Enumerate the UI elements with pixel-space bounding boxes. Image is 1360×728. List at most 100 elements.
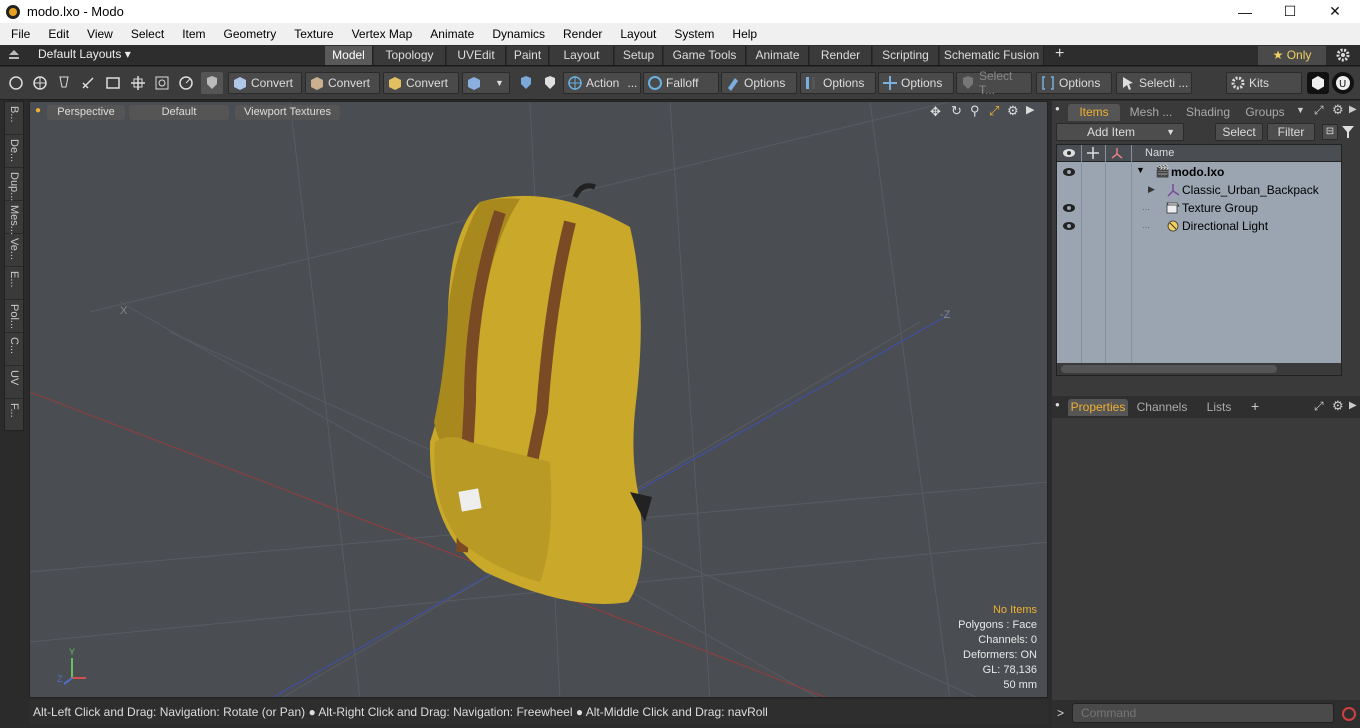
- pivot-mode-icon[interactable]: [175, 72, 197, 94]
- only-toggle[interactable]: ★ Only: [1258, 46, 1326, 65]
- tab-items[interactable]: Items: [1068, 104, 1120, 121]
- menu-system[interactable]: System: [665, 23, 723, 45]
- list-item[interactable]: ▼ 🎬 modo.lxo: [1057, 163, 1341, 181]
- falloff-button[interactable]: Falloff: [643, 72, 719, 94]
- rotate-icon[interactable]: ↻: [951, 103, 962, 119]
- select-through-button[interactable]: Select T...: [956, 69, 1032, 97]
- tab-animate[interactable]: Animate: [747, 46, 809, 65]
- axes-icon[interactable]: [1111, 147, 1123, 159]
- tab-mesh-edit[interactable]: Mes...: [5, 201, 23, 235]
- expand-icon[interactable]: ⤢: [1314, 399, 1324, 414]
- add-tab-button[interactable]: +: [1251, 398, 1259, 414]
- 3d-viewport[interactable]: X -Z Y Z ● Perspective Default Viewport …: [29, 101, 1048, 698]
- add-tab-button[interactable]: +: [1055, 45, 1064, 63]
- layout-arrows-icon[interactable]: [8, 50, 20, 61]
- panel-gear-icon[interactable]: ⚙: [1332, 102, 1344, 118]
- menu-item[interactable]: Item: [173, 23, 214, 45]
- command-input[interactable]: [1072, 703, 1334, 723]
- backpack-model[interactable]: [429, 183, 652, 604]
- edge-mode-icon[interactable]: [77, 72, 99, 94]
- scrollbar-thumb[interactable]: [1061, 365, 1277, 373]
- symmetry-icon[interactable]: [515, 72, 537, 94]
- visibility-eye-icon[interactable]: [1062, 203, 1076, 213]
- viewport-gear-icon[interactable]: ⚙: [1007, 103, 1019, 119]
- tab-setup[interactable]: Setup: [615, 46, 663, 65]
- options-button-3[interactable]: Options: [878, 72, 954, 94]
- menu-edit[interactable]: Edit: [39, 23, 78, 45]
- polygon-mode-icon[interactable]: [102, 72, 124, 94]
- menu-view[interactable]: View: [78, 23, 122, 45]
- pan-icon[interactable]: ✥: [930, 104, 941, 120]
- tab-mesh[interactable]: Mesh ...: [1124, 104, 1178, 121]
- tab-model[interactable]: Model: [325, 46, 373, 65]
- tab-render[interactable]: Render: [810, 46, 872, 65]
- tab-basic[interactable]: B...: [5, 102, 23, 135]
- tabs-dropdown-icon[interactable]: ▼: [1296, 105, 1305, 115]
- menu-render[interactable]: Render: [554, 23, 611, 45]
- list-item[interactable]: … Texture Group: [1057, 199, 1341, 217]
- viewport-textures-button[interactable]: Viewport Textures: [235, 105, 340, 120]
- minimize-button[interactable]: —: [1222, 0, 1268, 23]
- tab-duplicate[interactable]: Dup...: [5, 168, 23, 201]
- kits-button[interactable]: Kits: [1226, 72, 1302, 94]
- menu-vertex-map[interactable]: Vertex Map: [343, 23, 422, 45]
- add-item-dropdown[interactable]: Add Item ▼: [1056, 123, 1184, 141]
- menu-animate[interactable]: Animate: [421, 23, 483, 45]
- menu-layout[interactable]: Layout: [611, 23, 665, 45]
- tab-uv[interactable]: UV: [5, 366, 23, 399]
- list-item[interactable]: ▶ Classic_Urban_Backpack: [1057, 181, 1341, 199]
- pen-tool-icon[interactable]: [53, 72, 75, 94]
- tab-polygon[interactable]: Pol...: [5, 300, 23, 333]
- tab-fusion[interactable]: F...: [5, 399, 23, 432]
- view-type-button[interactable]: Perspective: [47, 105, 125, 120]
- options-button-4[interactable]: Options: [1036, 72, 1112, 94]
- tab-channels[interactable]: Channels: [1132, 399, 1192, 416]
- panel-gear-icon[interactable]: ⚙: [1332, 398, 1344, 414]
- menu-dynamics[interactable]: Dynamics: [483, 23, 554, 45]
- tab-vertex[interactable]: Ve...: [5, 234, 23, 267]
- record-icon[interactable]: [1341, 706, 1357, 722]
- convert-button-1[interactable]: Convert: [228, 72, 302, 94]
- maximize-button[interactable]: ☐: [1267, 0, 1313, 23]
- select-button[interactable]: Select: [1215, 123, 1263, 141]
- tab-groups[interactable]: Groups: [1238, 104, 1292, 121]
- viewport-dot-icon[interactable]: ●: [35, 105, 41, 116]
- default-layouts-dropdown[interactable]: Default Layouts ▾: [38, 47, 131, 61]
- options-button-2[interactable]: Options: [800, 72, 876, 94]
- menu-select[interactable]: Select: [122, 23, 173, 45]
- menu-file[interactable]: File: [0, 23, 39, 45]
- expand-icon[interactable]: ⤢: [1314, 103, 1324, 118]
- zoom-icon[interactable]: ⚲: [970, 103, 980, 119]
- horizontal-scrollbar[interactable]: [1057, 363, 1341, 375]
- gear-icon[interactable]: [1336, 48, 1350, 62]
- sphere-mode-icon[interactable]: [29, 72, 51, 94]
- tab-topology[interactable]: Topology: [374, 46, 446, 65]
- panel-menu-arrow-icon[interactable]: ▶: [1349, 400, 1357, 411]
- menu-help[interactable]: Help: [723, 23, 766, 45]
- expand-arrow-icon[interactable]: ▶: [1148, 184, 1155, 195]
- shading-style-button[interactable]: Default: [129, 105, 229, 120]
- options-button-1[interactable]: Options: [721, 72, 797, 94]
- filter-button[interactable]: Filter: [1267, 123, 1315, 141]
- visibility-eye-icon[interactable]: [1062, 167, 1076, 177]
- tab-game-tools[interactable]: Game Tools: [664, 46, 746, 65]
- item-mode-icon[interactable]: [127, 72, 149, 94]
- unreal-icon[interactable]: U: [1332, 72, 1354, 94]
- convert-button-2[interactable]: Convert: [305, 72, 380, 94]
- tab-layout[interactable]: Layout: [550, 46, 614, 65]
- tab-curve[interactable]: C...: [5, 333, 23, 366]
- snap-dropdown[interactable]: ▼: [462, 72, 510, 94]
- tab-scripting[interactable]: Scripting: [873, 46, 939, 65]
- filter-funnel-icon[interactable]: [1341, 125, 1355, 139]
- selection-sets-button[interactable]: Selecti ...: [1116, 72, 1192, 94]
- tab-uvedit[interactable]: UVEdit: [447, 46, 506, 65]
- shield-mode-icon[interactable]: [201, 72, 223, 94]
- convert-button-3[interactable]: Convert: [383, 72, 459, 94]
- vertex-mode-icon[interactable]: [5, 72, 27, 94]
- tab-edge[interactable]: E...: [5, 267, 23, 300]
- workplane-icon[interactable]: [539, 72, 561, 94]
- list-item[interactable]: … Directional Light: [1057, 217, 1341, 235]
- tab-schematic-fusion[interactable]: Schematic Fusion: [940, 46, 1044, 65]
- fit-icon[interactable]: ⤢: [989, 103, 999, 119]
- menu-texture[interactable]: Texture: [285, 23, 342, 45]
